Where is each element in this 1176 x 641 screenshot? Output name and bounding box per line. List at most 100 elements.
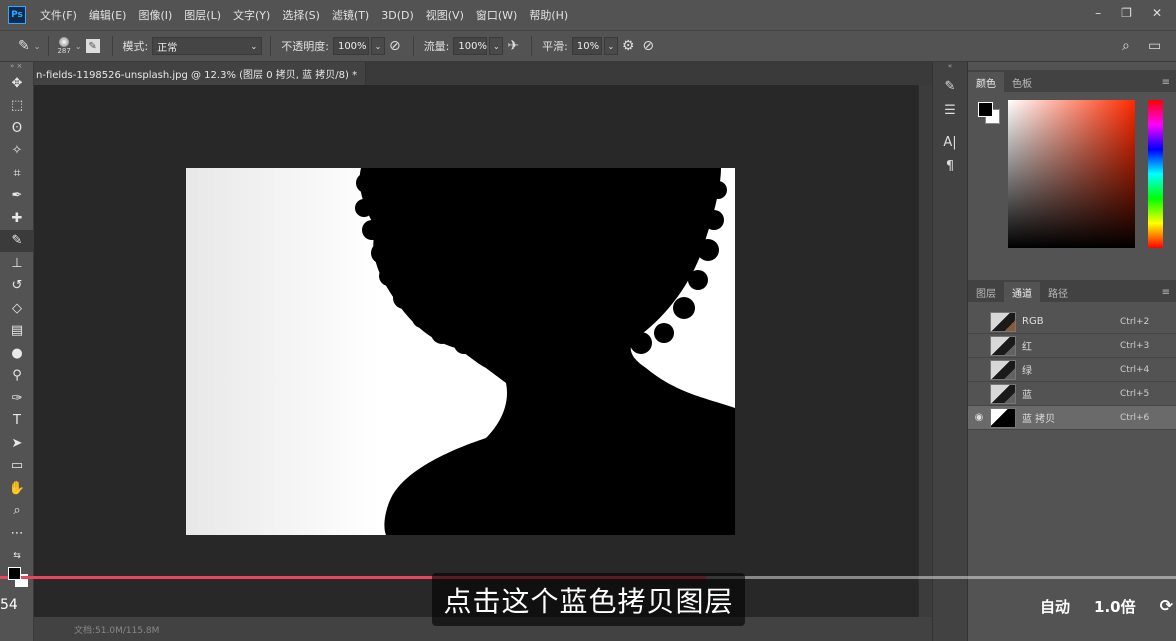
menu-edit[interactable]: 编辑(E) [89,7,127,23]
photoshop-logo-icon: Ps [8,6,26,24]
close-icon[interactable]: ✕ [1152,6,1162,20]
channel-thumbnail [990,359,1016,380]
menu-view[interactable]: 视图(V) [426,7,464,23]
brush-tool-icon[interactable]: ✎ [18,38,30,54]
menu-window[interactable]: 窗口(W) [476,7,517,23]
foreground-swatch[interactable] [8,567,21,580]
history-brush-tool-icon[interactable]: ↺ [0,275,34,298]
canvas-area[interactable] [34,85,918,617]
type-tool-icon[interactable]: T [0,410,34,433]
brush-presets-icon[interactable]: ✎ [933,74,967,98]
blur-tool-icon[interactable]: ● [0,342,34,365]
vertical-scrollbar[interactable] [918,85,932,617]
menu-3d[interactable]: 3D(D) [381,9,414,22]
document-tab[interactable]: n-fields-1198526-unsplash.jpg @ 12.3% (图… [34,62,366,85]
tab-channels[interactable]: 通道 [1004,282,1040,302]
menu-layer[interactable]: 图层(L) [184,7,221,23]
smoothing-input[interactable]: 10% [571,37,602,55]
tab-paths[interactable]: 路径 [1040,282,1076,302]
channels-list: RGB Ctrl+2 红 Ctrl+3 绿 Ctrl+4 蓝 Ctrl+5 ◉ … [968,302,1176,430]
eraser-tool-icon[interactable]: ◇ [0,297,34,320]
foreground-color-swatch[interactable] [978,102,993,117]
eyedropper-tool-icon[interactable]: ✒ [0,185,34,208]
brush-settings-icon[interactable]: ☰ [933,98,967,122]
chevron-down-icon[interactable]: ⌄ [489,37,504,55]
panel-menu-icon[interactable]: ≡ [1162,77,1170,88]
tab-swatches[interactable]: 色板 [1004,72,1040,92]
flow-input[interactable]: 100% [453,37,488,55]
brush-tool-icon[interactable]: ✎ [0,229,34,252]
menu-select[interactable]: 选择(S) [282,7,320,23]
paragraph-panel-icon[interactable]: ¶ [933,154,967,178]
channel-shortcut: Ctrl+2 [1120,316,1150,327]
airbrush-icon[interactable]: ✈ [507,38,519,54]
channel-row-red[interactable]: 红 Ctrl+3 [968,334,1176,358]
chevron-down-icon: ⌄ [250,41,258,51]
menu-file[interactable]: 文件(F) [40,7,77,23]
mode-select[interactable]: 正常 ⌄ [152,37,263,55]
brush-preset-picker[interactable]: 287 [57,37,71,55]
lasso-tool-icon[interactable]: ʘ [0,117,34,140]
speed-button[interactable]: 1.0倍 [1094,596,1136,617]
pressure-opacity-icon[interactable]: ⊘ [389,38,401,54]
pen-tool-icon[interactable]: ✑ [0,387,34,410]
tab-layers[interactable]: 图层 [968,282,1004,302]
loop-icon[interactable]: ⟳ [1160,596,1173,617]
minimize-icon[interactable]: – [1095,6,1101,20]
dodge-tool-icon[interactable]: ⚲ [0,365,34,388]
document-canvas[interactable] [186,168,735,535]
move-tool-icon[interactable]: ✥ [0,72,34,95]
hand-tool-icon[interactable]: ✋ [0,477,34,500]
color-swatches[interactable] [0,567,33,591]
restore-icon[interactable]: ❐ [1121,6,1132,20]
gradient-tool-icon[interactable]: ▤ [0,320,34,343]
channel-row-blue[interactable]: 蓝 Ctrl+5 [968,382,1176,406]
divider [48,36,50,56]
chevron-down-icon[interactable]: ⌄ [34,42,41,51]
chevron-down-icon[interactable]: ⌄ [370,37,385,55]
swap-colors-icon[interactable]: ⇆ [0,545,34,568]
healing-brush-tool-icon[interactable]: ✚ [0,207,34,230]
tools-panel: » × ✥ ⬚ ʘ ✧ ⌗ ✒ ✚ ✎ ⊥ ↺ ◇ ▤ ● ⚲ ✑ T ➤ ▭ … [0,62,34,641]
gear-icon[interactable]: ⚙ [622,38,635,54]
brush-size: 287 [57,47,71,55]
rectangle-tool-icon[interactable]: ▭ [0,455,34,478]
layers-panel-tabs: 图层 通道 路径 ≡ [968,280,1176,302]
menu-bar: Ps 文件(F) 编辑(E) 图像(I) 图层(L) 文字(Y) 选择(S) 滤… [0,0,1176,30]
flow-label: 流量: [423,40,450,53]
menu-help[interactable]: 帮助(H) [529,7,568,23]
character-panel-icon[interactable]: A| [933,130,967,154]
zoom-tool-icon[interactable]: ⌕ [0,500,34,523]
quick-select-tool-icon[interactable]: ✧ [0,140,34,163]
panel-menu-icon[interactable]: ≡ [1162,287,1170,298]
workspace-icon[interactable]: ▭ [1148,38,1161,54]
hue-slider[interactable] [1148,100,1163,248]
chevron-down-icon[interactable]: ⌄ [75,42,82,51]
collapsed-panels-strip: « ✎ ☰ A| ¶ [932,62,968,641]
channel-row-green[interactable]: 绿 Ctrl+4 [968,358,1176,382]
channel-row-blue-copy[interactable]: ◉ 蓝 拷贝 Ctrl+6 [968,406,1176,430]
crop-tool-icon[interactable]: ⌗ [0,162,34,185]
channel-row-rgb[interactable]: RGB Ctrl+2 [968,310,1176,334]
more-tools-icon[interactable]: ⋯ [0,522,34,545]
quality-button[interactable]: 自动 [1040,596,1070,617]
search-icon[interactable]: ⌕ [1122,38,1130,54]
pressure-size-icon[interactable]: ⊘ [642,38,654,54]
brush-settings-icon[interactable]: ✎ [85,39,100,53]
menu-filter[interactable]: 滤镜(T) [332,7,369,23]
channel-thumbnail [990,383,1016,404]
color-picker-field[interactable] [1008,100,1135,248]
eye-icon[interactable]: ◉ [968,412,990,423]
opacity-input[interactable]: 100% [332,37,369,55]
menu-type[interactable]: 文字(Y) [233,7,270,23]
marquee-tool-icon[interactable]: ⬚ [0,95,34,118]
tab-color[interactable]: 颜色 [968,72,1004,92]
path-select-tool-icon[interactable]: ➤ [0,432,34,455]
menu-image[interactable]: 图像(I) [138,7,172,23]
channel-thumbnail [990,407,1016,428]
chevron-down-icon[interactable]: ⌄ [603,37,618,55]
channel-shortcut: Ctrl+6 [1120,412,1150,423]
stamp-tool-icon[interactable]: ⊥ [0,252,34,275]
collapse-icon[interactable]: » × [0,62,33,72]
collapse-icon[interactable]: « [933,62,967,74]
